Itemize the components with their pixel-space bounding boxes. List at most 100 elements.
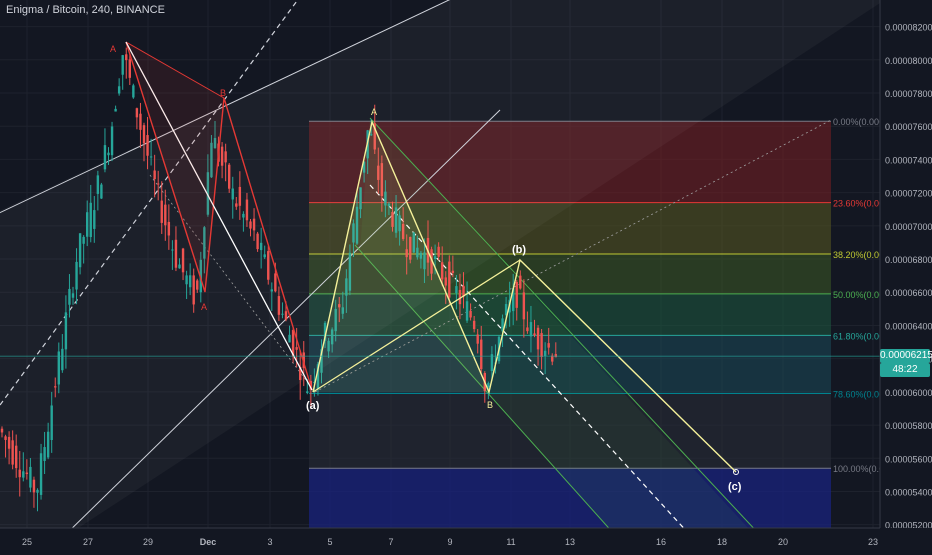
candle-body	[465, 301, 469, 321]
time-tick-label: 27	[83, 537, 93, 547]
candle-body	[139, 113, 142, 130]
candle-body	[281, 313, 284, 315]
candle-body	[295, 347, 298, 350]
time-tick-label: 29	[143, 537, 153, 547]
candle-body	[50, 405, 53, 441]
candle-body	[125, 54, 128, 61]
candle-body	[4, 436, 7, 440]
candle-body	[451, 270, 455, 273]
candle-body	[61, 348, 64, 371]
time-tick-label: 5	[327, 537, 332, 547]
candle-body	[252, 218, 256, 231]
candle-body	[490, 354, 494, 372]
candle-body	[128, 59, 131, 78]
candle-body	[174, 239, 178, 268]
candle-body	[196, 280, 199, 290]
candle-body	[448, 261, 451, 298]
price-tick-label: 0.00008000	[885, 56, 932, 66]
candle-body	[526, 327, 529, 332]
price-tick-label: 0.00007000	[885, 222, 932, 232]
candle-body	[167, 221, 171, 236]
candle-body	[29, 466, 32, 488]
candle-body	[78, 233, 82, 268]
chart-area[interactable]: 0.00%(0.0000 23.60%(0.000 38.20%(0.000 50.0…	[0, 0, 932, 550]
price-tick-label: 0.00005800	[885, 421, 932, 431]
time-tick-label: 11	[506, 537, 515, 547]
candle-body	[117, 86, 121, 94]
candle-body	[75, 261, 78, 290]
countdown-badge: 48:22	[880, 363, 930, 378]
candle-body	[288, 334, 291, 343]
pattern-label-a-top: A	[371, 107, 377, 117]
wave-label-c: (c)	[728, 481, 742, 493]
price-tick-label: 0.00007600	[885, 122, 932, 132]
candle-body	[554, 354, 557, 358]
candle-body	[132, 85, 135, 98]
candle-body	[64, 312, 68, 350]
candle-body	[238, 186, 242, 206]
candle-body	[519, 275, 522, 289]
candle-body	[153, 170, 156, 180]
candle-body	[235, 203, 238, 207]
candle-body	[36, 489, 39, 493]
price-tick-label: 0.00007200	[885, 189, 932, 199]
candle-body	[515, 281, 518, 308]
price-axis	[880, 0, 932, 550]
candle-body	[146, 135, 149, 156]
candle-body	[249, 221, 252, 229]
time-tick-label: 18	[717, 537, 727, 547]
candle-body	[245, 199, 249, 221]
candle-body	[149, 156, 153, 158]
price-tick-label: 0.00005400	[885, 487, 932, 497]
candle-body	[18, 469, 21, 478]
price-tick-label: 0.00008200	[885, 23, 932, 33]
time-tick-label: 7	[388, 537, 393, 547]
time-tick-label: 3	[267, 537, 272, 547]
price-tick-label: 0.00005600	[885, 454, 932, 464]
candle-body	[15, 445, 18, 469]
candle-body	[7, 436, 11, 449]
candle-body	[171, 249, 174, 251]
candle-body	[185, 275, 188, 285]
candle-body	[267, 251, 270, 280]
candle-body	[114, 108, 117, 112]
candle-body	[220, 146, 224, 166]
time-tick-label: 16	[656, 537, 666, 547]
candle-body	[89, 202, 92, 238]
candle-body	[256, 233, 259, 250]
candle-body	[54, 386, 57, 388]
price-tick-label: 0.00006800	[885, 255, 932, 265]
pattern-label-b-low: B	[487, 400, 493, 410]
price-tick-label: 0.00007800	[885, 89, 932, 99]
price-chart[interactable]: 0.00%(0.000023.60%(0.00038.20%(0.00050.0…	[0, 0, 932, 550]
candle-body	[178, 264, 181, 269]
price-tick-label: 0.00006000	[885, 388, 932, 398]
candle-body	[22, 471, 25, 478]
candle-body	[472, 320, 476, 330]
candle-body	[469, 310, 472, 318]
candle-body	[231, 188, 234, 200]
candle-body	[86, 212, 89, 237]
time-tick-label: 25	[22, 537, 32, 547]
pattern-label-b: B	[220, 88, 226, 98]
wave-label-b: (b)	[512, 244, 526, 256]
candle-body	[455, 286, 458, 294]
candle-body	[93, 210, 96, 229]
price-tick-label: 0.00007400	[885, 155, 932, 165]
candle-body	[164, 204, 167, 226]
candle-body	[543, 350, 547, 357]
time-axis	[0, 528, 932, 550]
candle-body	[540, 333, 543, 358]
candle-body	[181, 248, 185, 273]
candle-body	[110, 126, 114, 156]
candle-body	[188, 275, 192, 288]
candle-body	[96, 175, 100, 194]
last-price-badge: 0.00006215	[880, 349, 932, 364]
candle-body	[480, 339, 483, 370]
candle-body	[100, 184, 103, 199]
candle-body	[437, 246, 440, 257]
candle-body	[32, 479, 36, 493]
price-tick-label: 0.00006600	[885, 288, 932, 298]
candle-body	[547, 343, 550, 348]
candle-body	[192, 275, 195, 305]
